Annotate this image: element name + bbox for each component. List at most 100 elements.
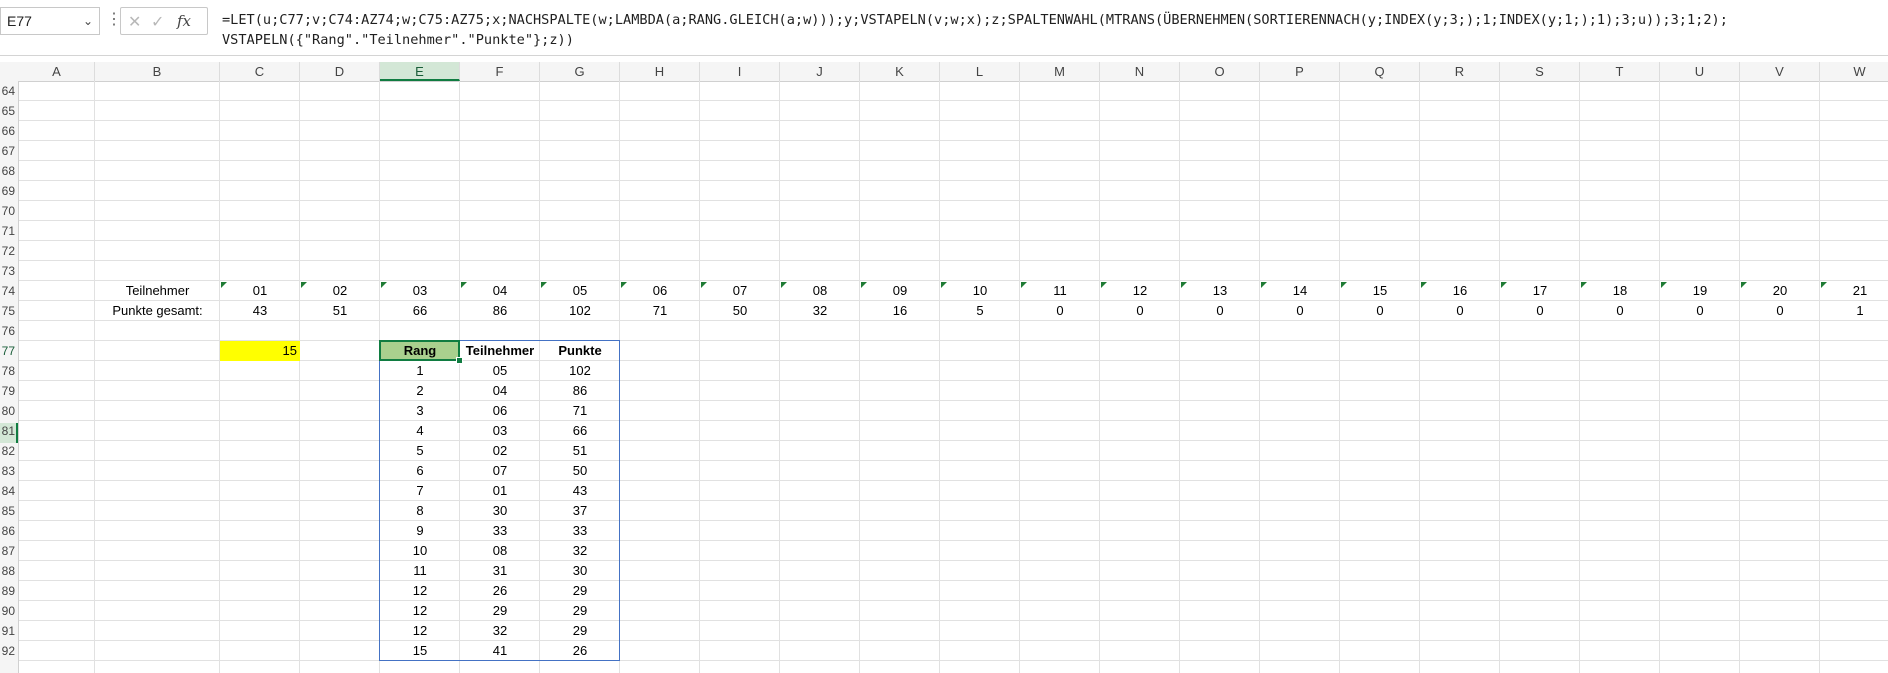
result-cell[interactable]: 29	[540, 581, 620, 601]
participant-cell[interactable]: 16	[1420, 281, 1500, 301]
participant-cell[interactable]: 14	[1260, 281, 1340, 301]
row-header-64[interactable]: 64	[2, 81, 15, 101]
column-header-p[interactable]: P	[1260, 62, 1340, 81]
result-cell[interactable]: 50	[540, 461, 620, 481]
result-cell[interactable]: 30	[460, 501, 540, 521]
points-cell[interactable]: 0	[1260, 301, 1340, 321]
participant-cell[interactable]: 12	[1100, 281, 1180, 301]
row-header-89[interactable]: 89	[2, 581, 15, 601]
participant-cell[interactable]: 15	[1340, 281, 1420, 301]
result-cell[interactable]: 11	[380, 561, 460, 581]
result-cell[interactable]: 15	[380, 641, 460, 661]
result-cell[interactable]: 12	[380, 581, 460, 601]
points-cell[interactable]: 71	[620, 301, 700, 321]
row-header-72[interactable]: 72	[2, 241, 15, 261]
row-header-90[interactable]: 90	[2, 601, 15, 621]
participant-cell[interactable]: 17	[1500, 281, 1580, 301]
participant-cell[interactable]: 20	[1740, 281, 1820, 301]
name-box[interactable]: E77 ⌄	[0, 7, 100, 35]
participant-cell[interactable]: 09	[860, 281, 940, 301]
points-cell[interactable]: 0	[1340, 301, 1420, 321]
points-cell[interactable]: 43	[220, 301, 300, 321]
result-cell[interactable]: 30	[540, 561, 620, 581]
participant-cell[interactable]: 07	[700, 281, 780, 301]
result-cell[interactable]: 4	[380, 421, 460, 441]
participant-cell[interactable]: 10	[940, 281, 1020, 301]
participant-cell[interactable]: 08	[780, 281, 860, 301]
result-cell[interactable]: 1	[380, 361, 460, 381]
result-cell[interactable]: 05	[460, 361, 540, 381]
result-cell[interactable]: 66	[540, 421, 620, 441]
column-header-c[interactable]: C	[220, 62, 300, 81]
result-header-punkte[interactable]: Punkte	[540, 341, 620, 361]
result-cell[interactable]: 71	[540, 401, 620, 421]
column-header-q[interactable]: Q	[1340, 62, 1420, 81]
column-header-d[interactable]: D	[300, 62, 380, 81]
points-cell[interactable]: 50	[700, 301, 780, 321]
result-cell[interactable]: 08	[460, 541, 540, 561]
result-cell[interactable]: 5	[380, 441, 460, 461]
result-cell[interactable]: 43	[540, 481, 620, 501]
worksheet-grid[interactable]: Teilnehmer Punkte gesamt: 01 02 03 04 05 06 07 08…	[19, 81, 1888, 673]
column-header-f[interactable]: F	[460, 62, 540, 81]
participant-cell[interactable]: 19	[1660, 281, 1740, 301]
row-header-66[interactable]: 66	[2, 121, 15, 141]
row-header-91[interactable]: 91	[2, 621, 15, 641]
result-cell[interactable]: 37	[540, 501, 620, 521]
result-cell[interactable]: 12	[380, 621, 460, 641]
result-cell[interactable]: 86	[540, 381, 620, 401]
participant-cell[interactable]: 18	[1580, 281, 1660, 301]
column-header-g[interactable]: G	[540, 62, 620, 81]
points-cell[interactable]: 0	[1740, 301, 1820, 321]
row-header-65[interactable]: 65	[2, 101, 15, 121]
points-cell[interactable]: 51	[300, 301, 380, 321]
result-cell[interactable]: 29	[460, 601, 540, 621]
result-cell[interactable]: 32	[460, 621, 540, 641]
column-header-t[interactable]: T	[1580, 62, 1660, 81]
participant-cell[interactable]: 01	[220, 281, 300, 301]
column-header-r[interactable]: R	[1420, 62, 1500, 81]
result-cell[interactable]: 29	[540, 601, 620, 621]
column-header-j[interactable]: J	[780, 62, 860, 81]
result-cell[interactable]: 33	[460, 521, 540, 541]
column-header-o[interactable]: O	[1180, 62, 1260, 81]
points-cell[interactable]: 0	[1180, 301, 1260, 321]
result-cell[interactable]: 2	[380, 381, 460, 401]
participant-cell[interactable]: 02	[300, 281, 380, 301]
points-cell[interactable]: 0	[1660, 301, 1740, 321]
row-header-67[interactable]: 67	[2, 141, 15, 161]
result-cell[interactable]: 33	[540, 521, 620, 541]
points-cell[interactable]: 0	[1420, 301, 1500, 321]
row-header-69[interactable]: 69	[2, 181, 15, 201]
result-cell[interactable]: 41	[460, 641, 540, 661]
result-cell[interactable]: 31	[460, 561, 540, 581]
column-header-h[interactable]: H	[620, 62, 700, 81]
more-options-icon[interactable]: ⋮	[106, 9, 122, 29]
result-cell[interactable]: 29	[540, 621, 620, 641]
result-header-rang[interactable]: Rang	[380, 341, 460, 361]
result-cell[interactable]: 7	[380, 481, 460, 501]
result-header-teilnehmer[interactable]: Teilnehmer	[460, 341, 540, 361]
row-header-92[interactable]: 92	[2, 641, 15, 661]
result-cell[interactable]: 6	[380, 461, 460, 481]
result-cell[interactable]: 06	[460, 401, 540, 421]
column-header-v[interactable]: V	[1740, 62, 1820, 81]
enter-icon[interactable]: ✓	[151, 12, 164, 32]
result-cell[interactable]: 8	[380, 501, 460, 521]
ranking-count-cell[interactable]: 15	[220, 341, 300, 361]
result-cell[interactable]: 04	[460, 381, 540, 401]
cancel-icon[interactable]: ✕	[128, 12, 141, 32]
result-cell[interactable]: 3	[380, 401, 460, 421]
result-cell[interactable]: 9	[380, 521, 460, 541]
points-cell[interactable]: 5	[940, 301, 1020, 321]
result-cell[interactable]: 12	[380, 601, 460, 621]
row-header-88[interactable]: 88	[2, 561, 15, 581]
row-header-78[interactable]: 78	[2, 361, 15, 381]
row-header-74[interactable]: 74	[2, 281, 15, 301]
row-header-84[interactable]: 84	[2, 481, 15, 501]
points-cell[interactable]: 0	[1020, 301, 1100, 321]
points-cell[interactable]: 102	[540, 301, 620, 321]
participant-cell[interactable]: 05	[540, 281, 620, 301]
points-cell[interactable]: 66	[380, 301, 460, 321]
row-header-77[interactable]: 77	[2, 341, 15, 361]
